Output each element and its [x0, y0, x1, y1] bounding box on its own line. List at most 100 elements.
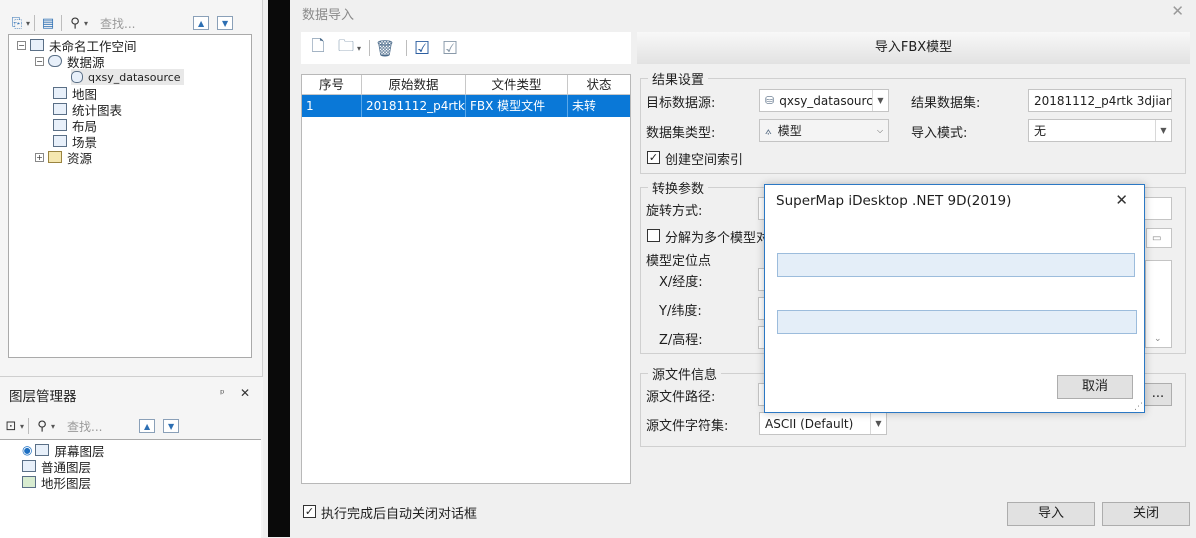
open-workspace-icon[interactable]: ⎘ [8, 14, 26, 32]
dialog-title: 数据导入 [302, 8, 355, 23]
layer-toolbar: ⊡ ▾ ⚲ ▾ 查找... ▲ ▼ [2, 417, 180, 435]
close-button[interactable]: 关闭 [1102, 502, 1190, 526]
terrain-layer-icon [22, 476, 36, 488]
target-datasource-select[interactable]: ⛁ qxsy_datasource ▼ [759, 89, 889, 112]
move-down-icon[interactable]: ▼ [163, 419, 180, 433]
pin-icon[interactable]: ᵖ [220, 387, 225, 400]
layer-label: 地形图层 [41, 475, 92, 491]
result-dataset-value: 20181112_p4rtk 3djianmoc [1034, 93, 1171, 108]
dropdown-arrow-icon[interactable]: ▾ [20, 422, 24, 431]
split-models-checkbox[interactable] [647, 229, 660, 242]
add-file-icon[interactable]: 🗋 [307, 36, 329, 59]
close-icon[interactable]: ✕ [1171, 2, 1184, 20]
layer-style-icon[interactable]: ⊡ [2, 417, 20, 435]
cell-status: 未转 [572, 99, 597, 113]
search-options-arrow-icon[interactable]: ▾ [84, 19, 88, 28]
spatial-index-checkbox[interactable]: ✓ [647, 151, 660, 164]
search-icon[interactable]: ⚲ [33, 417, 51, 435]
dataset-type-label: 数据集类型: [646, 126, 716, 141]
toolbar-divider [28, 418, 30, 434]
chevron-down-icon[interactable]: ▼ [1155, 120, 1171, 141]
chevron-down-icon[interactable]: ▼ [872, 90, 888, 111]
import-toolbar: 🗋 🗀 ▾ 🗑 ☑ ☑ [301, 32, 631, 64]
tree-node-resources[interactable]: + 资源 [35, 149, 92, 166]
y-label: Y/纬度: [659, 304, 702, 319]
import-mode-label: 导入模式: [911, 126, 968, 141]
dropdown-arrow-icon[interactable]: ▾ [26, 19, 30, 28]
resize-grip-icon[interactable]: ⋰ [1134, 402, 1143, 412]
result-settings-legend: 结果设置 [648, 69, 709, 88]
collapse-icon[interactable]: − [35, 56, 44, 66]
layer-search-input[interactable]: 查找... [67, 418, 133, 435]
import-file-table: 序号 原始数据 文件类型 状态 1 20181112_p4rtk ... FBX… [301, 74, 631, 484]
column-header-status[interactable]: 状态 [568, 75, 630, 94]
import-mode-select[interactable]: 无 ▼ [1028, 119, 1172, 142]
spatial-index-label: 创建空间索引 [665, 153, 744, 168]
collapse-icon[interactable]: − [17, 40, 26, 50]
tree-label: qxsy_datasource [88, 70, 181, 84]
expand-icon[interactable]: + [35, 152, 44, 162]
charset-value: ASCII (Default) [765, 416, 854, 431]
workspace-icon [30, 39, 44, 51]
layer-manager-title: 图层管理器 [9, 389, 77, 405]
folder-icon: ▭ [1152, 232, 1162, 244]
select-all-icon[interactable]: ☑ [411, 37, 433, 59]
cancel-button[interactable]: 取消 [1057, 375, 1133, 399]
chart-icon [53, 103, 67, 115]
import-button[interactable]: 导入 [1007, 502, 1095, 526]
tree-label: 数据源 [67, 54, 105, 70]
anchor-point-label: 模型定位点 [646, 254, 712, 269]
window-gap [268, 0, 290, 537]
workspace-search-input[interactable]: 查找... [100, 15, 188, 32]
result-dataset-input[interactable]: 20181112_p4rtk 3djianmoc [1028, 89, 1172, 112]
browse-button[interactable]: ▭ [1146, 228, 1172, 248]
close-icon[interactable]: ✕ [1115, 191, 1128, 209]
eye-icon[interactable]: ◉ [22, 443, 32, 457]
conversion-params-legend: 转换参数 [648, 178, 709, 197]
chevron-down-icon[interactable]: ⌄ [1154, 334, 1162, 344]
cell-type: FBX 模型文件 [466, 95, 568, 117]
table-row[interactable]: 1 20181112_p4rtk ... FBX 模型文件 未转 [302, 95, 630, 117]
scene-icon [53, 135, 67, 147]
tree-node-datasources[interactable]: − 数据源 [35, 53, 105, 70]
column-header-index[interactable]: 序号 [302, 75, 362, 94]
add-folder-icon[interactable]: 🗀 [335, 36, 357, 59]
source-info-legend: 源文件信息 [648, 364, 722, 383]
search-icon[interactable]: ⚲ [66, 14, 84, 32]
workspace-tree: − 未命名工作空间 − 数据源 qxsy_datasource 地图 统计图表 … [8, 34, 252, 358]
import-type-header: 导入FBX模型 [637, 32, 1190, 64]
column-header-type[interactable]: 文件类型 [466, 75, 568, 94]
x-label: X/经度: [659, 275, 703, 290]
dataset-type-select[interactable]: ⟑ 模型 ⌵ [759, 119, 889, 142]
move-up-icon[interactable]: ▲ [139, 419, 156, 433]
rotation-label: 旋转方式: [646, 204, 703, 219]
auto-close-label: 执行完成后自动关闭对话框 [321, 507, 478, 522]
close-icon[interactable]: ✕ [240, 386, 250, 400]
progress-dialog-title: SuperMap iDesktop .NET 9D(2019) [776, 193, 1012, 209]
target-datasource-label: 目标数据源: [646, 96, 716, 111]
cell-index: 1 [302, 95, 362, 117]
layer-item-terrain[interactable]: 地形图层 [22, 474, 92, 491]
database-icon: ⛁ [765, 94, 775, 107]
scroll-list[interactable]: ⌄ [1145, 260, 1172, 348]
database-icon [71, 71, 83, 83]
split-models-label: 分解为多个模型对 [665, 231, 770, 246]
browse-path-button[interactable]: ... [1144, 383, 1172, 406]
delete-icon[interactable]: 🗑 [374, 37, 396, 59]
dropdown-arrow-icon[interactable]: ▾ [357, 44, 361, 53]
search-options-arrow-icon[interactable]: ▾ [51, 422, 55, 431]
move-up-icon[interactable]: ▲ [193, 16, 210, 30]
normal-layer-icon [22, 460, 36, 472]
layer-list: ◉ 屏幕图层 普通图层 地形图层 [0, 439, 261, 538]
chevron-down-icon[interactable]: ▼ [870, 413, 886, 434]
properties-icon[interactable]: ▤ [39, 14, 57, 32]
invert-selection-icon[interactable]: ☑ [439, 37, 461, 59]
move-down-icon[interactable]: ▼ [217, 16, 234, 30]
charset-select[interactable]: ASCII (Default) ▼ [759, 412, 887, 435]
chevron-down-icon[interactable]: ⌵ [872, 120, 888, 141]
toolbar-divider [61, 15, 63, 31]
auto-close-checkbox[interactable]: ✓ [303, 505, 316, 518]
column-header-source[interactable]: 原始数据 [362, 75, 466, 94]
workspace-toolbar: ⎘ ▾ ▤ ⚲ ▾ 查找... ▲ ▼ [8, 14, 234, 32]
workspace-panel: ⎘ ▾ ▤ ⚲ ▾ 查找... ▲ ▼ − 未命名工作空间 − 数据源 qxsy… [0, 0, 263, 538]
